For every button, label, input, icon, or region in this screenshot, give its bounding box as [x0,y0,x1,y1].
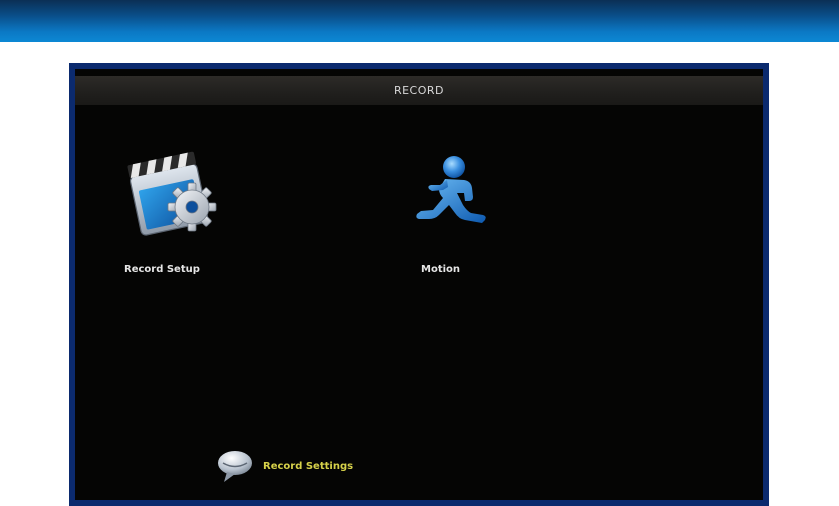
running-man-icon [416,156,486,223]
speech-bubble-icon [218,451,252,482]
top-banner [0,0,839,42]
dvr-window: RECORD Record Setup Motion Record Settin… [69,63,769,506]
window-title: RECORD [75,76,763,105]
clapperboard-gear-icon [127,151,217,236]
hint-text: Record Settings [263,461,354,472]
menu-item-motion[interactable]: Motion [409,149,499,289]
menu-item-label: Record Setup [124,264,200,275]
menu-item-record-setup[interactable]: Record Setup [120,149,230,289]
dvr-screen: RECORD Record Setup Motion Record Settin… [75,69,763,500]
menu-item-label: Motion [421,264,461,275]
